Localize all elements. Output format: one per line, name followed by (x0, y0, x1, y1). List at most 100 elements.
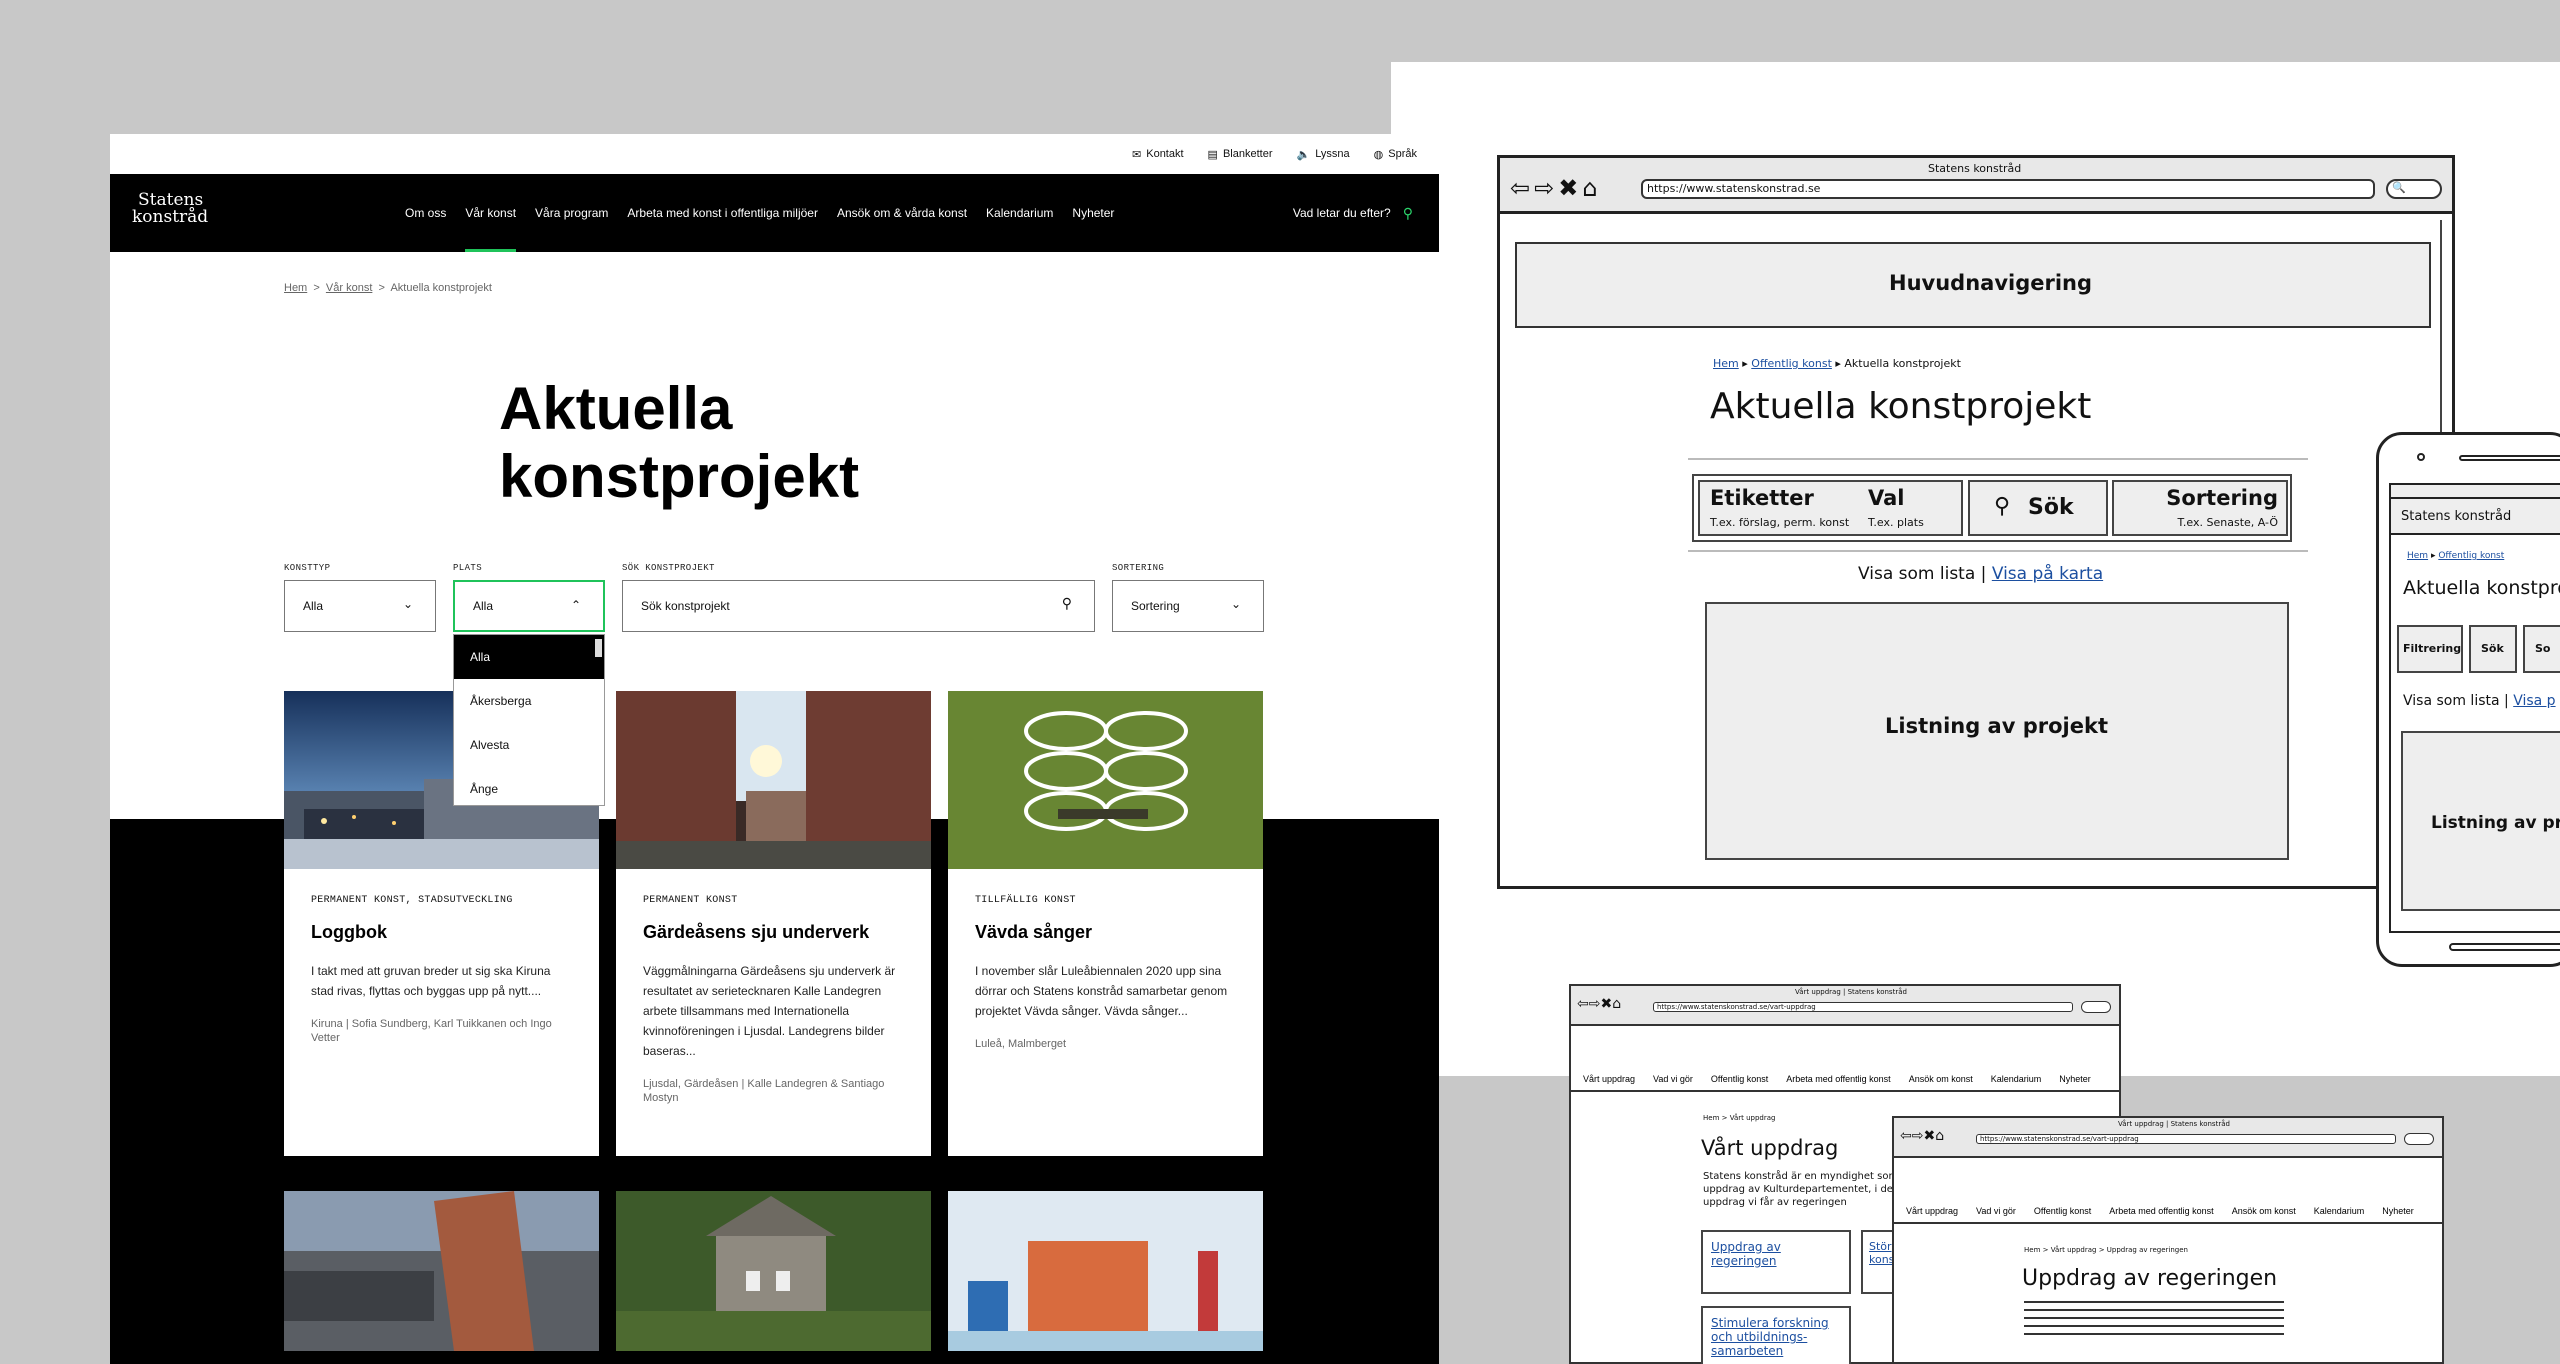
wireframe-small2-nav-item: Vad vi gör (1976, 1206, 2016, 1216)
home-bar-icon (2449, 943, 2560, 951)
nav-links: Om oss Vår konst Våra program Arbeta med… (405, 174, 1114, 252)
project-card-gardeasens[interactable]: PERMANENT KONST Gärdeåsens sju underverk… (616, 691, 931, 1156)
project-image-gardeasens (616, 691, 931, 869)
breadcrumb-separator: > (375, 282, 388, 294)
wireframe-mobile-heading: Aktuella konstprojekt (2403, 577, 2560, 599)
page-title-line-1: Aktuella (499, 375, 733, 442)
wireframe-mobile-listing-label: Listning av proje (2431, 813, 2560, 833)
wireframe-small2-placeholder-text (2024, 1298, 2284, 1338)
sort-label: SORTERING (1112, 563, 1165, 573)
sort-value: Sortering (1131, 599, 1180, 613)
utility-language-link[interactable]: ◍ Språk (1374, 148, 1417, 161)
wireframe-btn-sortering-sub: T.ex. Senaste, A-Ö (2177, 516, 2278, 529)
page-title: Aktuella konstprojekt (499, 375, 999, 511)
wireframe-mobile-view-toggle: Visa som lista | Visa p (2403, 693, 2556, 709)
wireframe-divider (1688, 458, 2308, 460)
wireframe-small1-box-forskning: Stimulera forskning och utbildnings-sama… (1701, 1306, 1851, 1364)
site-logo[interactable]: Statens konstråd (132, 192, 208, 226)
search-icon: ⚲ (1994, 494, 2011, 519)
plats-label: PLATS (453, 563, 483, 573)
breadcrumb: Hem > Vår konst > Aktuella konstprojekt (284, 282, 492, 294)
wireframe-main-nav: Huvudnavigering (1515, 242, 2431, 328)
card-title: Vävda sånger (975, 922, 1093, 942)
breadcrumb-home[interactable]: Hem (284, 282, 307, 294)
wireframe-small1-heading: Vårt uppdrag (1701, 1136, 1839, 1160)
project-image-vavda-sanger (948, 691, 1263, 869)
camera-icon (2417, 453, 2425, 461)
plats-option[interactable]: Alvesta (454, 723, 604, 767)
dropdown-scrollbar[interactable] (595, 639, 602, 657)
wireframe-small2-url: https://www.statenskonstrad.se/vart-uppd… (1980, 1135, 2139, 1143)
wireframe-small2-window-title: Vårt uppdrag | Statens konstråd (2118, 1120, 2230, 1128)
wireframe-mobile-view-list: Visa som lista (2403, 693, 2500, 709)
wireframe-mobile-title: Statens konstråd (2401, 509, 2512, 524)
card-meta: Ljusdal, Gärdeåsen | Kalle Landegren & S… (643, 1078, 885, 1104)
project-card-vavda-sanger[interactable]: TILLFÄLLIG KONST Vävda sånger I november… (948, 691, 1263, 1156)
nav-search-label: Vad letar du efter? (1292, 206, 1391, 220)
project-image-row2-3[interactable] (948, 1191, 1263, 1351)
nav-item-om-oss[interactable]: Om oss (405, 206, 446, 220)
nav-search[interactable]: Vad letar du efter? ⚲ (1293, 174, 1413, 252)
wireframe-mobile-listing: Listning av proje (2401, 731, 2560, 911)
wireframe-mobile-crumb-home: Hem (2407, 551, 2429, 561)
nav-item-kalendarium[interactable]: Kalendarium (986, 206, 1053, 220)
nav-item-arbeta-med-konst[interactable]: Arbeta med konst i offentliga miljöer (627, 206, 818, 220)
sort-select[interactable]: Sortering ⌄ (1112, 580, 1264, 632)
wireframe-small1-nav-item: Ansök om konst (1908, 1074, 1973, 1084)
wireframe-btn-val-title: Val (1868, 486, 1905, 510)
card-tag: PERMANENT KONST (643, 895, 738, 906)
wireframe-divider (1688, 550, 2308, 552)
search-icon: 🔍 (2392, 181, 2406, 194)
project-image-row2-2[interactable] (616, 1191, 931, 1351)
wireframe-small1-nav: Vårt uppdrag Vad vi gör Offentlig konst … (1583, 1074, 2103, 1084)
plats-option[interactable]: Ånge (454, 767, 604, 805)
plats-select[interactable]: Alla ⌃ (453, 580, 605, 632)
wireframe-crumb-parent: Offentlig konst (1751, 357, 1832, 370)
utility-forms-label: Blanketter (1222, 148, 1273, 160)
wireframe-sheet: Statens konstråd ⇦⇨✖⌂ https://www.staten… (1391, 62, 2560, 1076)
card-description: Väggmålningarna Gärdeåsens sju underverk… (643, 964, 896, 1058)
wireframe-view-list: Visa som lista (1858, 564, 1976, 584)
wireframe-window-title: Statens konstråd (1928, 162, 2022, 175)
card-description: I takt med att gruvan breder ut sig ska … (311, 964, 551, 998)
wireframe-mobile-btn-filter-label: Filtrering (2403, 642, 2462, 655)
utility-bar: ✉ Kontakt ▤ Blanketter 🔈 Lyssna ◍ Språk (110, 134, 1439, 174)
wireframe-small1-nav-icons: ⇦⇨✖⌂ (1577, 996, 1622, 1012)
nav-item-nyheter[interactable]: Nyheter (1072, 206, 1114, 220)
utility-listen-link[interactable]: 🔈 Lyssna (1296, 148, 1349, 161)
wireframe-small1-breadcrumb: Hem > Vårt uppdrag (1703, 1114, 1776, 1122)
logo-line-2: konstråd (132, 207, 209, 227)
wireframe-view-toggle: Visa som lista | Visa på karta (1858, 564, 2104, 584)
nav-item-ansok[interactable]: Ansök om & vårda konst (837, 206, 967, 220)
wireframe-small2-nav-item: Arbeta med offentlig konst (2109, 1206, 2214, 1216)
card-meta: Luleå, Malmberget (975, 1038, 1067, 1050)
utility-forms-link[interactable]: ▤ Blanketter (1208, 148, 1273, 161)
konsttyp-select[interactable]: Alla ⌄ (284, 580, 436, 632)
speaker-icon (2459, 455, 2560, 461)
wireframe-small1-box-label: Stimulera forskning och utbildnings-sama… (1711, 1316, 1829, 1358)
utility-contact-link[interactable]: ✉ Kontakt (1132, 148, 1184, 161)
website-screenshot: ✉ Kontakt ▤ Blanketter 🔈 Lyssna ◍ Språk Stat… (110, 134, 1439, 1364)
nav-item-var-konst[interactable]: Vår konst (465, 174, 516, 252)
wireframe-small2-nav-item: Ansök om konst (2231, 1206, 2296, 1216)
wireframe-btn-etiketter: Etiketter T.ex. förslag, perm. konst Val… (1698, 480, 1963, 536)
plats-dropdown-list: Alla Åkersberga Alvesta Ånge (453, 634, 605, 806)
wireframe-mobile-btn-sort-label: So (2535, 642, 2551, 655)
card-description: I november slår Luleåbiennalen 2020 upp … (975, 964, 1228, 1018)
wireframe-small2-breadcrumb: Hem > Vårt uppdrag > Uppdrag av regering… (2024, 1246, 2188, 1254)
wireframe-page-title: Aktuella konstprojekt (1710, 386, 2092, 427)
card-meta: Kiruna | Sofia Sundberg, Karl Tuikkanen … (311, 1018, 552, 1044)
plats-option[interactable]: Alla (454, 635, 604, 679)
breadcrumb-parent[interactable]: Vår konst (326, 282, 372, 294)
wireframe-mobile-btn-sok-label: Sök (2481, 642, 2504, 655)
envelope-icon: ✉ (1132, 148, 1142, 161)
plats-option[interactable]: Åkersberga (454, 679, 604, 723)
utility-listen-label: Lyssna (1315, 148, 1350, 160)
project-image-row2-1[interactable] (284, 1191, 599, 1351)
wireframe-btn-sortering: Sortering T.ex. Senaste, A-Ö (2112, 480, 2288, 536)
chevron-up-icon: ⌃ (570, 598, 581, 612)
search-input[interactable]: Sök konstprojekt ⚲ (622, 580, 1095, 632)
nav-item-vara-program[interactable]: Våra program (535, 206, 608, 220)
breadcrumb-separator: > (310, 282, 323, 294)
wireframe-small2-nav: Vårt uppdrag Vad vi gör Offentlig konst … (1906, 1206, 2426, 1216)
